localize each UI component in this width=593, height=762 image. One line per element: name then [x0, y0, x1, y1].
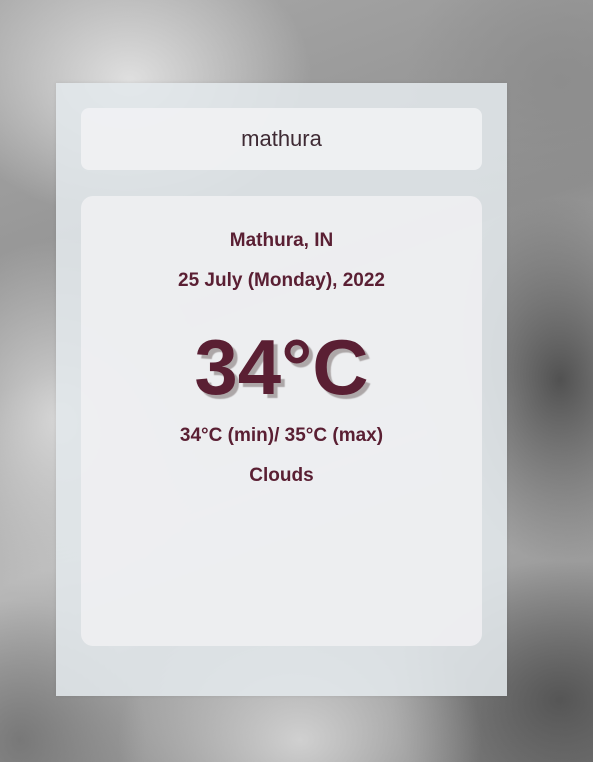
city-search-input[interactable]: [81, 108, 482, 170]
weather-app-page: { "search": { "value": "mathura" }, "wea…: [0, 0, 593, 762]
weather-panel: Mathura, IN 25 July (Monday), 2022 34°C …: [56, 83, 507, 696]
weather-card: Mathura, IN 25 July (Monday), 2022 34°C …: [81, 196, 482, 646]
current-temperature: 34°C: [194, 323, 369, 411]
min-max-temperature: 34°C (min)/ 35°C (max): [179, 425, 384, 446]
weather-condition: Clouds: [249, 465, 314, 486]
location-label: Mathura, IN: [229, 230, 334, 251]
date-label: 25 July (Monday), 2022: [178, 270, 385, 291]
